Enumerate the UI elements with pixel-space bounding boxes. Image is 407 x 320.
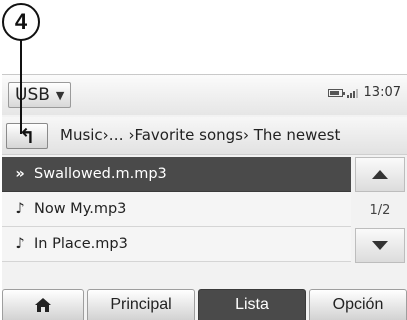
speaker-icon: » [15,166,25,182]
status-indicators: 13:07 [327,85,401,100]
list-item[interactable]: ♪ In Place.mp3 [2,227,351,262]
breadcrumb-bar: ↰ Music›… ›Favorite songs› The newest [2,117,407,155]
tab-opcion[interactable]: Opción [309,289,407,320]
list-item-label: In Place.mp3 [34,236,128,252]
tab-lista[interactable]: Lista [198,289,306,320]
list-item[interactable]: » Swallowed.m.mp3 [2,157,351,192]
scroll-down-button[interactable] [355,228,405,263]
file-list: » Swallowed.m.mp3 ♪ Now My.mp3 ♪ In Plac… [2,157,351,262]
home-icon [35,298,51,312]
tab-home[interactable] [2,289,84,320]
source-select[interactable]: USB ▼ [8,82,72,108]
battery-icon [327,88,345,97]
page-indicator: 1/2 [355,192,405,228]
signal-icon [346,88,358,98]
arrow-up-icon [372,170,388,179]
list-item-label: Now My.mp3 [34,201,127,217]
clock-time: 13:07 [363,85,401,100]
callout-label: 4 [14,9,28,34]
status-bar: USB ▼ 13:07 [2,75,407,115]
breadcrumb-path: Music›… ›Favorite songs› The newest [60,126,341,144]
back-button[interactable]: ↰ [6,123,48,149]
scroll-controls: 1/2 [353,157,407,264]
media-screen: USB ▼ 13:07 ↰ Music›… ›Favorite songs› T… [2,74,407,320]
music-note-icon: ♪ [15,236,25,252]
list-item[interactable]: ♪ Now My.mp3 [2,192,351,227]
dropdown-caret-icon: ▼ [55,88,65,102]
bottom-tab-bar: Principal Lista Opción [2,289,407,320]
arrow-down-icon [372,241,388,250]
callout-marker: 4 [2,3,40,41]
callout-line [20,40,22,134]
list-item-label: Swallowed.m.mp3 [34,166,167,182]
music-note-icon: ♪ [15,201,25,217]
scroll-up-button[interactable] [355,157,405,192]
tab-principal[interactable]: Principal [87,289,195,320]
